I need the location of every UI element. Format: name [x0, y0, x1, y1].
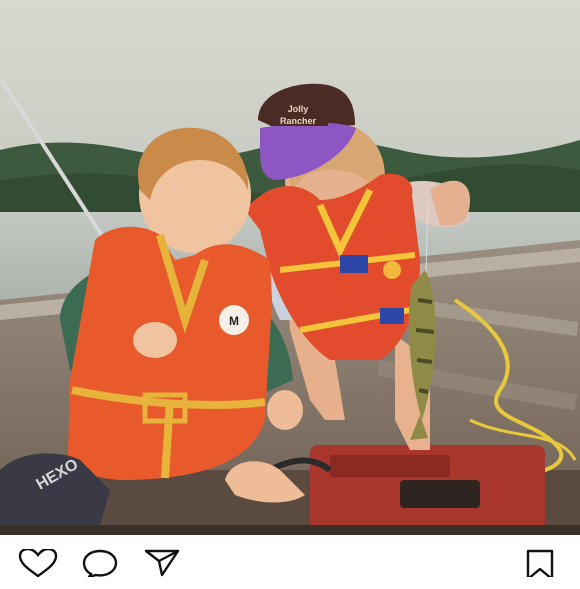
cap-text-line2: Rancher: [280, 116, 317, 126]
save-button[interactable]: [520, 549, 560, 589]
post-photo[interactable]: Jolly Rancher M HEXO: [0, 0, 580, 535]
comment-button[interactable]: [80, 549, 120, 589]
share-button[interactable]: [142, 549, 182, 589]
paper-plane-icon: [144, 549, 180, 577]
vest-logo-text: M: [229, 314, 239, 328]
like-button[interactable]: [18, 549, 58, 589]
bookmark-icon: [526, 549, 554, 577]
speech-bubble-icon: [82, 549, 118, 577]
heart-icon: [18, 549, 58, 577]
cap-text-line1: Jolly: [288, 104, 309, 114]
post-action-bar: [0, 535, 580, 580]
